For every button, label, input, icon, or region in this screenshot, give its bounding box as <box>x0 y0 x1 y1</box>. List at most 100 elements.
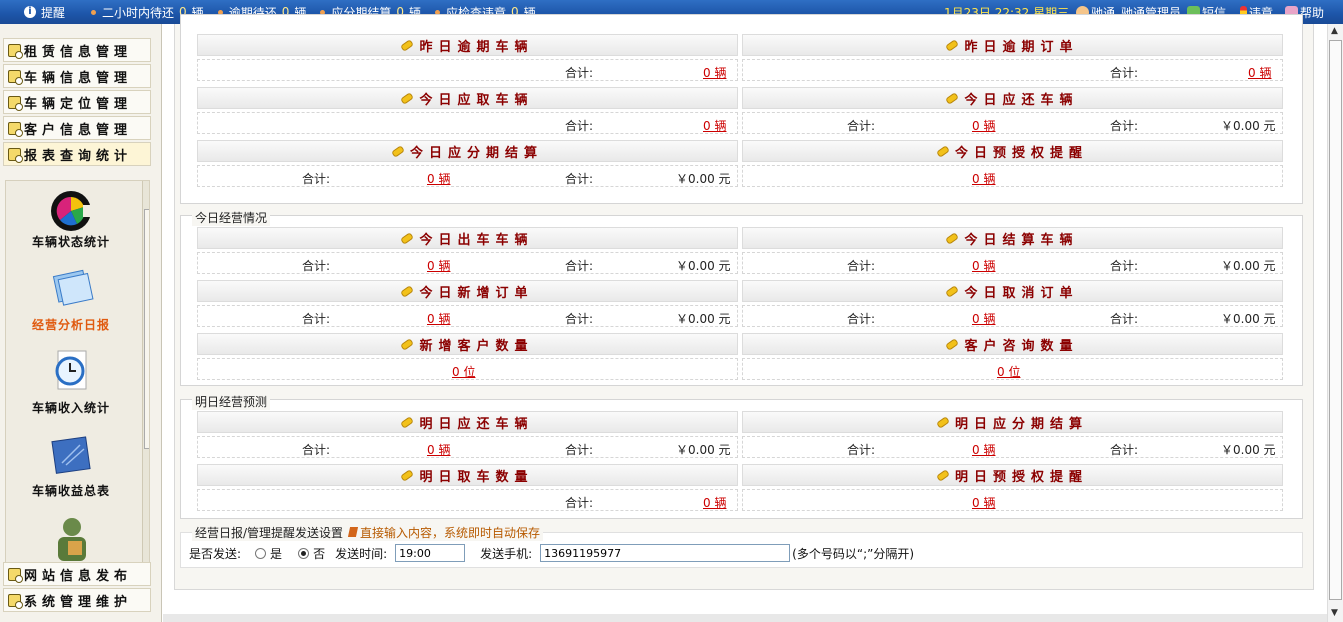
row-value: 0 辆 <box>742 489 1283 511</box>
header-today-return-cars: 今日应还车辆 <box>742 87 1283 109</box>
page-scrollbar[interactable]: ▲ ▼ <box>1327 24 1343 622</box>
header-tomorrow-return-cars: 明日应还车辆 <box>197 411 738 433</box>
row-value: 0 位 <box>742 358 1283 380</box>
key-icon <box>945 284 960 298</box>
count-link[interactable]: 0 位 <box>452 363 475 380</box>
count-link[interactable]: 0 辆 <box>972 170 995 187</box>
count-link[interactable]: 0 辆 <box>427 257 450 274</box>
row-value: 合计: 0 辆 <box>742 59 1283 81</box>
header-yesterday-overdue-cars: 昨日逾期车辆 <box>197 34 738 56</box>
phone-hint: (多个号码以“;”分隔开) <box>792 546 915 561</box>
submenu-vehicle-status[interactable]: 车辆状态统计 <box>6 233 136 250</box>
folder-search-icon <box>8 593 23 609</box>
main-area: 昨日逾期车辆 昨日逾期订单 合计: 0 辆 合计: 0 辆 今日应取车辆 今日应还车… <box>163 14 1327 622</box>
settings-title: 经营日报/管理提醒发送设置 直接输入内容，系统即时自动保存 <box>192 524 544 541</box>
header-today-preauth: 今日预授权提醒 <box>742 140 1283 162</box>
scroll-up-icon[interactable]: ▲ <box>1331 26 1338 36</box>
count-link[interactable]: 0 辆 <box>972 310 995 327</box>
folder-search-icon <box>8 69 23 85</box>
pie-chart-icon <box>51 191 95 231</box>
section-yesterday-today: 昨日逾期车辆 昨日逾期订单 合计: 0 辆 合计: 0 辆 今日应取车辆 今日应还车… <box>180 14 1303 204</box>
section-title: 明日经营预测 <box>192 393 271 410</box>
section-tomorrow-forecast: 明日经营预测 明日应还车辆 明日应分期结算 合计: 0 辆合计: ￥0.00 元 合… <box>180 393 1303 519</box>
header-today-settled-cars: 今日结算车辆 <box>742 227 1283 249</box>
send-yes-radio[interactable] <box>255 547 267 559</box>
left-sidebar: 租赁信息管理 车辆信息管理 车辆定位管理 客户信息管理 报表查询统计 车辆状态统… <box>0 24 162 622</box>
scroll-down-icon[interactable]: ▼ <box>1331 608 1338 618</box>
header-customer-inquiries: 客户咨询数量 <box>742 333 1283 355</box>
menu-system[interactable]: 系统管理维护 <box>3 588 151 612</box>
count-link[interactable]: 0 辆 <box>972 257 995 274</box>
count-link[interactable]: 0 辆 <box>1248 64 1271 81</box>
count-link[interactable]: 0 辆 <box>703 64 726 81</box>
header-today-out-cars: 今日出车车辆 <box>197 227 738 249</box>
key-icon <box>400 337 415 351</box>
key-icon <box>400 231 415 245</box>
scroll-thumb[interactable] <box>144 209 149 449</box>
count-link[interactable]: 0 辆 <box>427 310 450 327</box>
key-icon <box>936 144 950 158</box>
folder-search-icon <box>8 121 23 137</box>
key-icon <box>936 415 950 429</box>
time-label: 发送时间: <box>335 546 388 561</box>
menu-location[interactable]: 车辆定位管理 <box>3 90 151 114</box>
clock-document-icon <box>55 350 87 390</box>
key-icon <box>400 468 415 482</box>
person-icon <box>58 518 86 561</box>
header-today-new-orders: 今日新增订单 <box>197 280 738 302</box>
row-value: 合计: 0 辆合计: ￥0.00 元 <box>197 252 738 274</box>
row-value: 合计: 0 辆合计: ￥0.00 元 <box>742 305 1283 327</box>
count-link[interactable]: 0 位 <box>997 363 1020 380</box>
send-yes-label: 是 <box>270 546 283 561</box>
scroll-thumb[interactable] <box>1329 40 1342 600</box>
count-link[interactable]: 0 辆 <box>972 117 995 134</box>
send-no-label: 否 <box>313 546 326 561</box>
key-icon <box>945 337 960 351</box>
send-no-radio[interactable] <box>298 547 310 559</box>
submenu-daily-report[interactable]: 经营分析日报 <box>6 316 136 333</box>
count-link[interactable]: 0 辆 <box>703 117 726 134</box>
count-link[interactable]: 0 辆 <box>427 441 450 458</box>
row-value: 合计: 0 辆合计: ￥0.00 元 <box>742 252 1283 274</box>
header-yesterday-overdue-orders: 昨日逾期订单 <box>742 34 1283 56</box>
folder-search-icon <box>8 95 23 111</box>
menu-rental[interactable]: 租赁信息管理 <box>3 38 151 62</box>
send-label: 是否发送: <box>189 546 242 561</box>
count-link[interactable]: 0 辆 <box>427 170 450 187</box>
send-time-input[interactable] <box>395 544 466 562</box>
header-tomorrow-pickup: 明日取车数量 <box>197 464 738 486</box>
header-today-installment: 今日应分期结算 <box>197 140 738 162</box>
header-tomorrow-installment: 明日应分期结算 <box>742 411 1283 433</box>
menu-report[interactable]: 报表查询统计 <box>3 142 151 166</box>
key-icon <box>391 144 405 158</box>
header-tomorrow-preauth: 明日预授权提醒 <box>742 464 1283 486</box>
row-value: 合计: 0 辆 <box>197 59 738 81</box>
settings-tip: 直接输入内容，系统即时自动保存 <box>347 526 540 540</box>
menu-customer[interactable]: 客户信息管理 <box>3 116 151 140</box>
settings-row: 是否发送: 是 否 发送时间: 发送手机: (多个号码以“;”分隔开) <box>189 543 914 563</box>
documents-icon <box>52 269 94 306</box>
key-icon <box>945 38 960 52</box>
report-submenu-panel: 车辆状态统计 经营分析日报 车辆收入统计 车辆收益总表 <box>5 180 150 580</box>
menu-vehicle[interactable]: 车辆信息管理 <box>3 64 151 88</box>
submenu-income[interactable]: 车辆收入统计 <box>6 399 136 416</box>
row-value: 合计: 0 辆合计: ￥0.00 元 <box>197 436 738 458</box>
folder-search-icon <box>8 43 23 59</box>
info-icon: i <box>24 6 36 18</box>
section-send-settings: 经营日报/管理提醒发送设置 直接输入内容，系统即时自动保存 是否发送: 是 否 发… <box>180 524 1303 568</box>
key-icon <box>945 231 960 245</box>
count-link[interactable]: 0 辆 <box>703 494 726 511</box>
count-link[interactable]: 0 辆 <box>972 494 995 511</box>
submenu-scrollbar[interactable] <box>142 181 149 579</box>
menu-website[interactable]: 网站信息发布 <box>3 562 151 586</box>
row-value: 0 位 <box>197 358 738 380</box>
send-phone-input[interactable] <box>540 544 791 562</box>
remind-label: 提醒 <box>41 5 66 20</box>
phone-label: 发送手机: <box>480 546 533 561</box>
header-new-customers: 新增客户数量 <box>197 333 738 355</box>
submenu-profit[interactable]: 车辆收益总表 <box>6 482 136 499</box>
bottom-bar <box>163 614 1327 622</box>
folder-search-icon <box>8 147 23 163</box>
blueprint-icon <box>51 436 91 474</box>
count-link[interactable]: 0 辆 <box>972 441 995 458</box>
